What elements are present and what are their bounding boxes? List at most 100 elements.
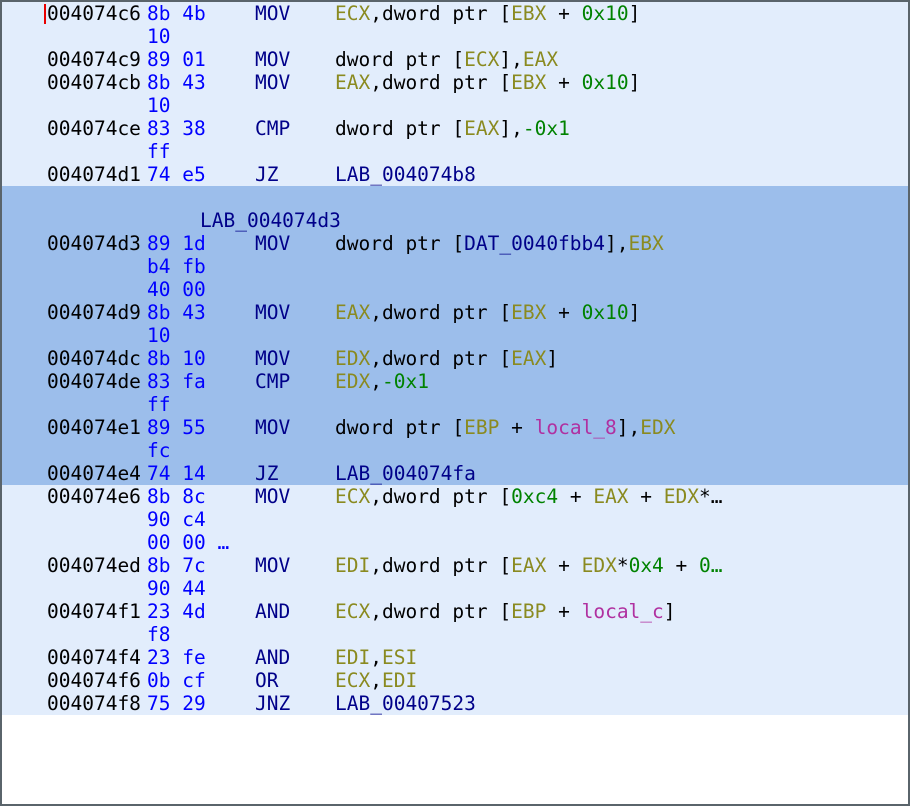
mnemonic-field[interactable]: JNZ [255, 692, 290, 715]
operands-field[interactable]: dword ptr [DAT_0040fbb4],EBX [335, 232, 664, 255]
operand-token-plain[interactable]: ], [605, 232, 628, 255]
operand-token-plain[interactable]: + [546, 301, 581, 324]
bytes-field[interactable]: 74 14 [147, 462, 206, 485]
listing-row[interactable]: 004074f875 29JNZLAB_00407523 [2, 692, 908, 715]
operand-token-label[interactable]: LAB_004074b8 [335, 163, 476, 186]
listing-row[interactable]: 004074cb8b 43MOVEAX,dword ptr [EBX + 0x1… [2, 71, 908, 94]
bytes-continuation-field[interactable]: 10 [147, 94, 170, 117]
operand-token-reg[interactable]: EBX [511, 2, 546, 25]
listing-row[interactable]: 004074f123 4dANDECX,dword ptr [EBP + loc… [2, 600, 908, 623]
address-field[interactable]: 004074e1 [47, 416, 141, 439]
mnemonic-field[interactable]: MOV [255, 71, 290, 94]
operand-token-reg[interactable]: EDI [335, 646, 370, 669]
operands-field[interactable]: ECX,EDI [335, 669, 417, 692]
address-field[interactable]: 004074cb [47, 71, 141, 94]
address-field[interactable]: 004074c6 [47, 2, 141, 25]
bytes-field[interactable]: 83 fa [147, 370, 206, 393]
operand-token-reg[interactable]: EAX [593, 485, 628, 508]
operand-token-plain[interactable]: *… [699, 485, 722, 508]
operand-token-plain[interactable]: ], [617, 416, 640, 439]
operand-token-plain[interactable]: , [370, 669, 382, 692]
mnemonic-field[interactable]: JZ [255, 163, 278, 186]
bytes-continuation-field[interactable]: 00 00 … [147, 531, 229, 554]
operand-token-plain[interactable]: + [546, 600, 581, 623]
listing-row[interactable]: 90 44 [2, 577, 908, 600]
bytes-field[interactable]: 89 01 [147, 48, 206, 71]
operand-token-reg[interactable]: EDX [335, 370, 370, 393]
operand-token-reg[interactable]: EAX [511, 347, 546, 370]
operand-token-const[interactable]: -0x1 [523, 117, 570, 140]
bytes-field[interactable]: 8b 8c [147, 485, 206, 508]
operands-field[interactable]: ECX,dword ptr [EBX + 0x10] [335, 2, 640, 25]
operands-field[interactable]: EDI,ESI [335, 646, 417, 669]
address-field[interactable]: 004074de [47, 370, 141, 393]
listing-row[interactable]: LAB_004074d3 [2, 209, 908, 232]
address-field[interactable]: 004074f8 [47, 692, 141, 715]
operands-field[interactable]: EDX,dword ptr [EAX] [335, 347, 558, 370]
listing-row[interactable]: ff [2, 393, 908, 416]
operand-token-reg[interactable]: EDX [664, 485, 699, 508]
operand-token-plain[interactable]: + [558, 485, 593, 508]
address-field[interactable]: 004074e6 [47, 485, 141, 508]
operand-token-reg[interactable]: EAX [511, 554, 546, 577]
listing-row[interactable]: 004074c68b 4bMOVECX,dword ptr [EBX + 0x1… [2, 2, 908, 25]
mnemonic-field[interactable]: MOV [255, 347, 290, 370]
label-field[interactable]: LAB_004074d3 [200, 209, 341, 232]
operand-token-plain[interactable]: ] [629, 71, 641, 94]
address-field[interactable]: 004074dc [47, 347, 141, 370]
listing-row[interactable]: 10 [2, 94, 908, 117]
listing-row[interactable]: 004074e474 14JZLAB_004074fa [2, 462, 908, 485]
bytes-field[interactable]: 83 38 [147, 117, 206, 140]
listing-row[interactable]: 40 00 [2, 278, 908, 301]
operand-token-reg[interactable]: ECX [335, 600, 370, 623]
address-field[interactable]: 004074c9 [47, 48, 141, 71]
listing-row[interactable]: f8 [2, 623, 908, 646]
operand-token-const[interactable]: 0x10 [582, 301, 629, 324]
listing-row[interactable]: ff [2, 140, 908, 163]
listing-row[interactable]: 004074ce83 38CMPdword ptr [EAX],-0x1 [2, 117, 908, 140]
operand-token-label[interactable]: DAT_0040fbb4 [464, 232, 605, 255]
operand-token-plain[interactable]: ,dword ptr [ [370, 600, 511, 623]
mnemonic-field[interactable]: CMP [255, 370, 290, 393]
bytes-continuation-field[interactable]: f8 [147, 623, 170, 646]
operand-token-plain[interactable]: + [629, 485, 664, 508]
operand-token-reg[interactable]: EBP [464, 416, 499, 439]
operand-token-plain[interactable]: dword ptr [ [335, 232, 464, 255]
operand-token-plain[interactable]: * [617, 554, 629, 577]
operand-token-const[interactable]: 0xc4 [511, 485, 558, 508]
operand-token-plain[interactable]: dword ptr [ [335, 416, 464, 439]
bytes-continuation-field[interactable]: b4 fb [147, 255, 206, 278]
mnemonic-field[interactable]: CMP [255, 117, 290, 140]
operand-token-reg[interactable]: EBX [511, 71, 546, 94]
listing-row[interactable]: 90 c4 [2, 508, 908, 531]
listing-row[interactable]: 004074ed8b 7cMOVEDI,dword ptr [EAX + EDX… [2, 554, 908, 577]
listing-row[interactable]: 10 [2, 324, 908, 347]
bytes-continuation-field[interactable]: 40 00 [147, 278, 206, 301]
operands-field[interactable]: dword ptr [EBP + local_8],EDX [335, 416, 676, 439]
address-field[interactable]: 004074ed [47, 554, 141, 577]
mnemonic-field[interactable]: MOV [255, 232, 290, 255]
operand-token-reg[interactable]: EBX [629, 232, 664, 255]
mnemonic-field[interactable]: OR [255, 669, 278, 692]
operand-token-plain[interactable]: ,dword ptr [ [370, 485, 511, 508]
address-field[interactable]: 004074f6 [47, 669, 141, 692]
operand-token-reg[interactable]: EAX [464, 117, 499, 140]
operand-token-plain[interactable]: ,dword ptr [ [370, 554, 511, 577]
bytes-field[interactable]: 89 1d [147, 232, 206, 255]
operand-token-reg[interactable]: EDI [382, 669, 417, 692]
listing-row[interactable]: 004074d389 1dMOVdword ptr [DAT_0040fbb4]… [2, 232, 908, 255]
bytes-continuation-field[interactable]: 10 [147, 25, 170, 48]
operand-token-plain[interactable]: + [499, 416, 534, 439]
mnemonic-field[interactable]: AND [255, 646, 290, 669]
operand-token-const[interactable]: -0x1 [382, 370, 429, 393]
operands-field[interactable]: LAB_00407523 [335, 692, 476, 715]
operand-token-plain[interactable]: ,dword ptr [ [370, 71, 511, 94]
address-field[interactable]: 004074d1 [47, 163, 141, 186]
mnemonic-field[interactable]: AND [255, 600, 290, 623]
operand-token-plain[interactable]: , [370, 370, 382, 393]
listing-row[interactable]: 004074dc8b 10MOVEDX,dword ptr [EAX] [2, 347, 908, 370]
bytes-continuation-field[interactable]: ff [147, 140, 170, 163]
bytes-field[interactable]: 23 4d [147, 600, 206, 623]
operand-token-const[interactable]: 0… [699, 554, 722, 577]
address-field[interactable]: 004074d9 [47, 301, 141, 324]
